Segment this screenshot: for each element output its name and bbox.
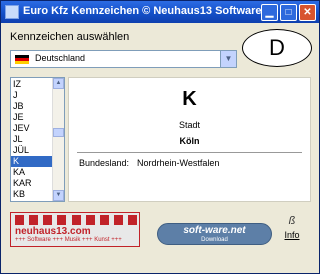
country-select-value: Deutschland xyxy=(35,53,86,63)
list-item[interactable]: IZ xyxy=(11,79,52,90)
list-item[interactable]: JL xyxy=(11,134,52,145)
maximize-button[interactable]: □ xyxy=(280,4,297,21)
plate-code-list[interactable]: IZJJBJEJEVJLJÜLKKAKARKBKC ▲ ▼ xyxy=(10,77,65,202)
scroll-thumb[interactable] xyxy=(53,128,64,137)
list-item[interactable]: KB xyxy=(11,189,52,200)
list-item[interactable]: KC xyxy=(11,200,52,201)
logo-graphic xyxy=(15,215,137,225)
country-select[interactable]: Deutschland ▼ xyxy=(10,50,237,68)
software-net-name: soft-ware.net xyxy=(183,225,246,236)
logo-tagline: +++ Software +++ Musik +++ Kunst +++ xyxy=(15,237,122,243)
list-scrollbar[interactable]: ▲ ▼ xyxy=(52,78,64,201)
window-title: Euro Kfz Kennzeichen © Neuhaus13 Softwar… xyxy=(23,5,262,17)
city-name: Köln xyxy=(179,136,200,146)
logo-name: neuhaus13.com xyxy=(15,226,91,237)
country-code-badge: D xyxy=(242,29,312,67)
list-item[interactable]: KA xyxy=(11,167,52,178)
scroll-up-icon[interactable]: ▲ xyxy=(53,78,64,89)
state-label: Bundesland: xyxy=(79,158,130,168)
software-net-download-label: Download xyxy=(201,237,228,243)
dropdown-arrow-icon[interactable]: ▼ xyxy=(220,51,236,67)
info-icon: ß xyxy=(288,215,296,227)
neuhaus13-logo[interactable]: neuhaus13.com +++ Software +++ Musik +++… xyxy=(10,212,140,247)
plate-code-items: IZJJBJEJEVJLJÜLKKAKARKBKC xyxy=(11,79,52,201)
select-label: Kennzeichen auswählen xyxy=(10,31,130,43)
list-item[interactable]: JB xyxy=(11,101,52,112)
app-window: Euro Kfz Kennzeichen © Neuhaus13 Softwar… xyxy=(0,0,320,274)
list-item[interactable]: KAR xyxy=(11,178,52,189)
info-button[interactable]: ß Info xyxy=(282,215,302,245)
minimize-button[interactable]: ▁ xyxy=(261,4,278,21)
software-net-download-button[interactable]: soft-ware.net Download xyxy=(157,223,272,245)
divider xyxy=(77,152,302,153)
plate-code: K xyxy=(182,88,197,110)
close-button[interactable]: ✕ xyxy=(299,4,316,21)
title-bar[interactable]: Euro Kfz Kennzeichen © Neuhaus13 Softwar… xyxy=(1,1,319,23)
scroll-down-icon[interactable]: ▼ xyxy=(53,190,64,201)
list-item[interactable]: J xyxy=(11,90,52,101)
app-icon xyxy=(5,5,19,19)
state-value: Nordrhein-Westfalen xyxy=(137,158,220,168)
germany-flag-icon xyxy=(15,55,29,64)
list-item[interactable]: K xyxy=(11,156,52,167)
list-item[interactable]: JE xyxy=(11,112,52,123)
list-item[interactable]: JÜL xyxy=(11,145,52,156)
district-type: Stadt xyxy=(178,120,200,130)
info-label: Info xyxy=(284,230,300,240)
list-item[interactable]: JEV xyxy=(11,123,52,134)
details-panel: K Stadt Köln Bundesland: Nordrhein-Westf… xyxy=(68,77,311,202)
